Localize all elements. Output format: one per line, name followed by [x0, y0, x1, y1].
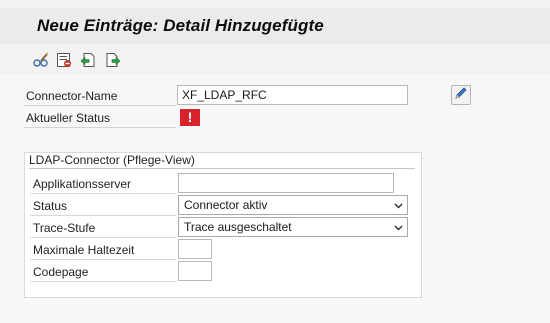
row-divider — [30, 215, 176, 216]
page-title: Neue Einträge: Detail Hinzugefügte — [37, 16, 324, 35]
trace-level-dropdown-value: Trace ausgeschaltet — [184, 220, 292, 234]
trace-level-label: Trace-Stufe — [33, 221, 96, 235]
row-divider — [30, 281, 176, 282]
title-bar: Neue Einträge: Detail Hinzugefügte — [0, 0, 550, 44]
connector-name-field[interactable]: XF_LDAP_RFC — [177, 85, 408, 105]
group-title: LDAP-Connector (Pflege-View) — [29, 153, 195, 167]
status-dropdown[interactable]: Connector aktiv — [178, 195, 408, 215]
label-underline — [24, 105, 176, 106]
max-hold-time-label: Maximale Haltezeit — [33, 243, 135, 257]
error-status-icon: ! — [180, 109, 200, 126]
application-toolbar — [0, 44, 550, 74]
appserver-field[interactable] — [178, 173, 394, 193]
label-underline — [24, 127, 176, 128]
next-entry-icon[interactable] — [105, 52, 121, 68]
chevron-down-icon — [394, 225, 403, 231]
row-divider — [30, 237, 176, 238]
edit-button[interactable] — [451, 85, 471, 105]
codepage-field[interactable] — [178, 261, 212, 281]
delete-list-icon[interactable] — [56, 52, 72, 68]
trace-level-dropdown[interactable]: Trace ausgeschaltet — [178, 217, 408, 237]
pencil-icon — [454, 86, 468, 105]
glasses-display-icon[interactable] — [33, 52, 49, 68]
group-title-divider — [29, 168, 415, 169]
status-label: Status — [33, 199, 68, 213]
appserver-label: Applikationsserver — [33, 177, 132, 191]
status-dropdown-value: Connector aktiv — [184, 198, 268, 212]
row-divider — [30, 193, 176, 194]
max-hold-time-field[interactable] — [178, 239, 212, 259]
chevron-down-icon — [394, 203, 403, 209]
row-divider — [30, 259, 176, 260]
current-status-label: Aktueller Status — [26, 111, 111, 125]
previous-entry-icon[interactable] — [80, 52, 96, 68]
codepage-label: Codepage — [33, 265, 89, 279]
connector-name-label: Connector-Name — [26, 89, 118, 103]
